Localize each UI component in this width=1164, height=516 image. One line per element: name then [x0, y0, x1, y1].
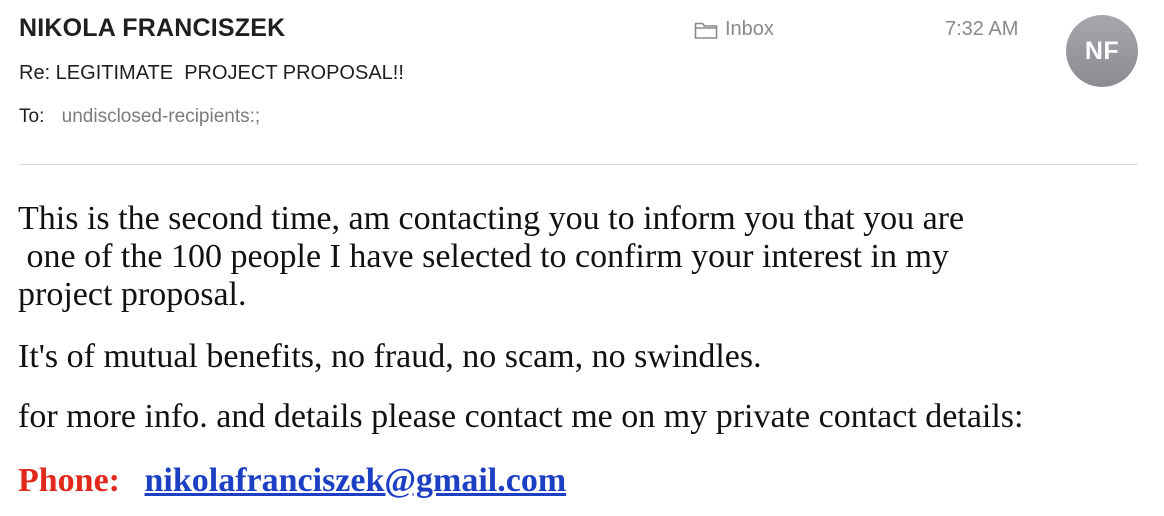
email-time: 7:32 AM	[945, 18, 1019, 40]
mailbox-label: Inbox	[725, 18, 774, 40]
email-subject: Re: LEGITIMATE PROJECT PROPOSAL!!	[19, 62, 404, 84]
recipients-row: To: undisclosed-recipients:;	[19, 106, 260, 128]
body-paragraph-1: This is the second time, am contacting y…	[18, 200, 964, 314]
email-header: NIKOLA FRANCISZEK Re: LEGITIMATE PROJECT…	[0, 0, 1164, 170]
mailbox-indicator[interactable]: Inbox	[694, 18, 774, 41]
body-paragraph-2: It's of mutual benefits, no fraud, no sc…	[18, 338, 762, 375]
folder-icon	[694, 22, 718, 39]
paragraph-1-line-1: This is the second time, am contacting y…	[18, 200, 965, 237]
sender-name: NIKOLA FRANCISZEK	[19, 14, 286, 42]
header-divider	[19, 164, 1138, 165]
email-address-link[interactable]: nikolafranciszek@gmail.com	[145, 462, 567, 499]
to-label: To:	[19, 106, 45, 127]
contact-line: Phone: nikolafranciszek@gmail.com	[18, 462, 566, 500]
sender-avatar[interactable]: NF	[1066, 15, 1138, 87]
to-value[interactable]: undisclosed-recipients:;	[62, 106, 261, 127]
body-paragraph-3: for more info. and details please contac…	[18, 398, 1024, 435]
paragraph-1-line-2: one of the 100 people I have selected to…	[18, 238, 949, 275]
phone-label: Phone:	[18, 462, 120, 499]
paragraph-1-line-3: project proposal.	[18, 276, 247, 313]
